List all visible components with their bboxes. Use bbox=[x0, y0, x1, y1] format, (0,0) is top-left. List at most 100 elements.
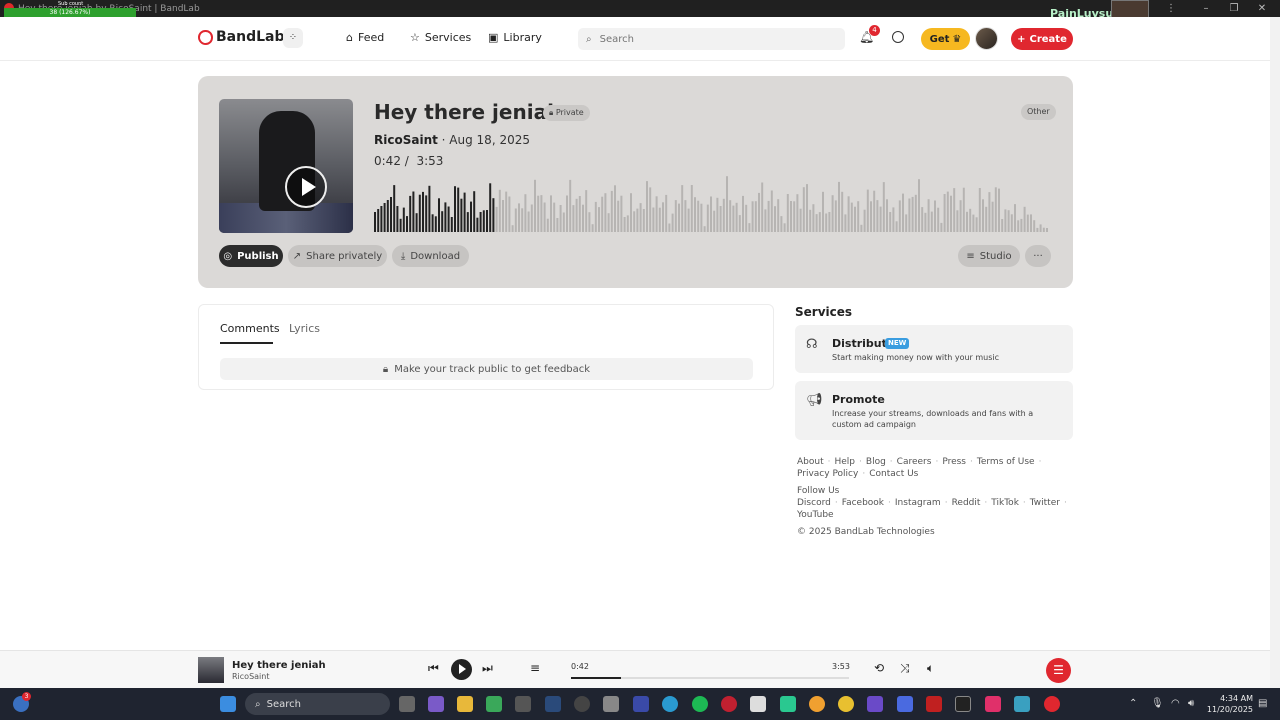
nav-library[interactable]: ▣ Library bbox=[488, 31, 542, 44]
opera-gx-icon[interactable] bbox=[721, 696, 737, 712]
footer-link[interactable]: Discord bbox=[797, 498, 831, 508]
waveform-bar bbox=[710, 196, 712, 232]
repeat-icon[interactable]: ⟲ bbox=[874, 661, 884, 675]
messages-icon[interactable] bbox=[892, 31, 904, 43]
footer-link[interactable]: TikTok bbox=[991, 498, 1019, 508]
create-button[interactable]: + Create bbox=[1011, 28, 1073, 50]
footer-link[interactable]: Twitter bbox=[1030, 498, 1060, 508]
genre-badge[interactable]: Other bbox=[1021, 104, 1056, 120]
footer-link[interactable]: Facebook bbox=[842, 498, 884, 508]
player-track-title[interactable]: Hey there jeniah bbox=[232, 660, 326, 671]
waveform-bar bbox=[386, 200, 389, 232]
app-icon-teal[interactable] bbox=[1014, 696, 1030, 712]
next-track-icon[interactable]: ⏭︎ bbox=[482, 661, 493, 676]
chat-app-icon[interactable] bbox=[809, 696, 825, 712]
capcut-icon[interactable] bbox=[750, 696, 766, 712]
play-track-button[interactable] bbox=[285, 166, 327, 208]
speaker-icon[interactable]: 🔊︎ bbox=[1188, 698, 1194, 709]
bandlab-taskbar-icon[interactable] bbox=[1044, 696, 1060, 712]
search-box[interactable]: ⌕ bbox=[578, 28, 845, 50]
get-membership-button[interactable]: Get ♛ bbox=[921, 28, 970, 50]
user-avatar[interactable] bbox=[975, 27, 998, 50]
footer-link[interactable]: About bbox=[797, 457, 824, 467]
download-button[interactable]: ⤓ Download bbox=[392, 245, 469, 267]
player-cover-art[interactable] bbox=[198, 657, 224, 683]
tab-lyrics[interactable]: Lyrics bbox=[289, 322, 320, 335]
taskbar-search[interactable]: ⌕ Search bbox=[245, 693, 390, 715]
footer-link[interactable]: Careers bbox=[897, 457, 932, 467]
playlist-add-icon[interactable]: ≡ bbox=[530, 661, 540, 675]
footer-link[interactable]: Blog bbox=[866, 457, 886, 467]
player-play-button[interactable] bbox=[451, 659, 472, 680]
social-links-row-1: Discord · Facebook · Instagram · Reddit · TikTok… bbox=[797, 497, 1067, 509]
clock-date: 11/20/2025 bbox=[1206, 705, 1253, 714]
shuffle-icon[interactable]: ⤨ bbox=[900, 661, 910, 676]
waveform-seekbar[interactable] bbox=[374, 172, 1050, 232]
share-privately-button[interactable]: ↗ Share privately bbox=[288, 245, 387, 267]
service-promote-card[interactable]: 📢︎ Promote Increase your streams, downlo… bbox=[795, 381, 1073, 440]
epic-games-icon[interactable] bbox=[515, 696, 531, 712]
volume-icon[interactable]: 🔈︎ bbox=[927, 661, 934, 676]
app-icon-purple[interactable] bbox=[867, 696, 883, 712]
xbox-icon[interactable] bbox=[486, 696, 502, 712]
window-menu-icon[interactable]: ⋮ bbox=[1155, 0, 1187, 17]
wifi-icon[interactable]: ◠ bbox=[1171, 698, 1180, 709]
tab-comments[interactable]: Comments bbox=[220, 322, 280, 335]
notification-center-icon[interactable]: ▤ bbox=[1258, 698, 1267, 709]
app-icon-e[interactable] bbox=[633, 696, 649, 712]
spotify-icon[interactable] bbox=[692, 696, 708, 712]
apps-grid-icon[interactable]: ⁘ bbox=[283, 28, 303, 48]
nav-feed[interactable]: ⌂ Feed bbox=[346, 31, 384, 44]
waveform-bar bbox=[934, 200, 936, 232]
publish-button[interactable]: ◎ Publish bbox=[219, 245, 283, 267]
app-icon-red[interactable] bbox=[926, 696, 942, 712]
separator: · bbox=[1038, 457, 1042, 467]
task-view-icon[interactable] bbox=[399, 696, 415, 712]
service-distribute-card[interactable]: ☊ Distribute NEW Start making money now … bbox=[795, 325, 1073, 373]
player-progress-bar[interactable] bbox=[571, 677, 849, 679]
waveform-bar bbox=[850, 202, 853, 232]
footer-link[interactable]: Contact Us bbox=[869, 469, 918, 479]
page-scrollbar[interactable] bbox=[1270, 17, 1280, 688]
footer-link[interactable]: Reddit bbox=[952, 498, 981, 508]
player-progress-fill bbox=[571, 677, 622, 679]
obs-icon[interactable] bbox=[574, 696, 590, 712]
queue-menu-icon[interactable]: ☰ bbox=[1046, 658, 1071, 683]
footer-link[interactable]: Press bbox=[942, 457, 966, 467]
chrome-icon[interactable] bbox=[838, 696, 854, 712]
close-window-button[interactable]: ✕ bbox=[1246, 0, 1278, 17]
waveform-bar bbox=[732, 205, 735, 232]
taskbar-clock[interactable]: 4:34 AM 11/20/2025 bbox=[1205, 693, 1253, 715]
waveform-bar bbox=[1033, 220, 1036, 232]
previous-track-icon[interactable]: ⏮︎ bbox=[428, 661, 439, 676]
separator: · bbox=[944, 498, 948, 508]
app-icon-blue[interactable] bbox=[897, 696, 913, 712]
footer-link[interactable]: YouTube bbox=[797, 510, 834, 520]
start-menu-icon[interactable] bbox=[220, 696, 236, 712]
footer-link[interactable]: Help bbox=[834, 457, 855, 467]
footer-link[interactable]: Terms of Use bbox=[977, 457, 1035, 467]
waveform-bar bbox=[521, 208, 524, 232]
waveform-bar bbox=[831, 195, 834, 232]
settings-icon[interactable] bbox=[603, 696, 619, 712]
tray-chevron-icon[interactable]: ⌃ bbox=[1129, 698, 1137, 709]
search-input[interactable] bbox=[599, 33, 820, 45]
app-icon-green[interactable] bbox=[780, 696, 796, 712]
publish-label: Publish bbox=[237, 250, 279, 262]
steam-icon[interactable] bbox=[545, 696, 561, 712]
file-explorer-icon[interactable] bbox=[457, 696, 473, 712]
bandlab-logo[interactable]: BandLab bbox=[198, 29, 285, 45]
player-artist[interactable]: RicoSaint bbox=[232, 672, 269, 681]
capcut-alt-icon[interactable] bbox=[955, 696, 971, 712]
tiktok-icon[interactable] bbox=[985, 696, 1001, 712]
footer-link[interactable]: Instagram bbox=[895, 498, 941, 508]
artist-link[interactable]: RicoSaint bbox=[374, 133, 438, 147]
edge-icon[interactable] bbox=[662, 696, 678, 712]
more-options-button[interactable]: ··· bbox=[1025, 245, 1051, 267]
footer-link[interactable]: Privacy Policy bbox=[797, 469, 858, 479]
nav-services[interactable]: ☆ Services bbox=[410, 31, 471, 44]
studio-button[interactable]: ≡ Studio bbox=[958, 245, 1020, 267]
microphone-icon[interactable]: 🎙︎ bbox=[1151, 698, 1164, 709]
copilot-icon[interactable] bbox=[428, 696, 444, 712]
waveform-bar bbox=[614, 185, 616, 232]
